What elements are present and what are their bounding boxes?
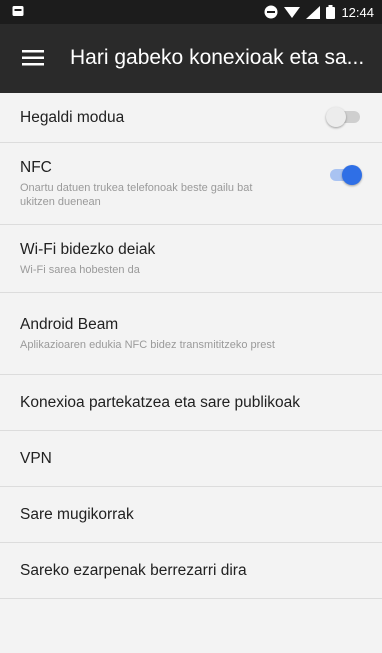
android-beam-item[interactable]: Android Beam Aplikazioaren edukia NFC bi… <box>0 293 382 375</box>
toggle-thumb <box>342 165 362 185</box>
wifi-icon <box>284 6 301 18</box>
airplane-mode-toggle[interactable] <box>326 107 362 127</box>
wifi-calling-item[interactable]: Wi-Fi bidezko deiak Wi-Fi sarea hobesten… <box>0 225 382 293</box>
nfc-toggle[interactable] <box>326 165 362 185</box>
nfc-item[interactable]: NFC Onartu datuen trukea telefonoak best… <box>0 143 382 225</box>
airplane-mode-label: Hegaldi modua <box>20 108 125 126</box>
airplane-mode-item[interactable]: Hegaldi modua <box>0 93 382 143</box>
vpn-item[interactable]: VPN <box>0 431 382 487</box>
android-beam-description: Aplikazioaren edukia NFC bidez transmiti… <box>20 339 275 351</box>
wifi-calling-label: Wi-Fi bidezko deiak <box>20 241 156 258</box>
network-reset-item[interactable]: Sareko ezarpenak berrezarri dira <box>0 543 382 599</box>
do-not-disturb-icon <box>264 5 278 19</box>
mobile-networks-item[interactable]: Sare mugikorrak <box>0 487 382 543</box>
page-title: Hari gabeko konexioak eta sa... <box>70 46 365 69</box>
status-bar: 12:44 <box>0 0 382 24</box>
wifi-calling-description: Wi-Fi sarea hobesten da <box>20 264 140 276</box>
vpn-label: VPN <box>20 449 52 467</box>
hamburger-menu-icon[interactable] <box>22 49 44 67</box>
network-reset-label: Sareko ezarpenak berrezarri dira <box>20 561 247 579</box>
toggle-thumb <box>326 107 346 127</box>
battery-icon <box>326 5 336 19</box>
app-bar: Hari gabeko konexioak eta sa... <box>0 24 382 93</box>
status-time: 12:44 <box>341 4 374 20</box>
signal-icon <box>306 5 321 19</box>
tethering-item[interactable]: Konexioa partekatzea eta sare publikoak <box>0 375 382 431</box>
mobile-networks-label: Sare mugikorrak <box>20 505 134 523</box>
nfc-description: Onartu datuen trukea telefonoak beste ga… <box>20 182 253 208</box>
notification-icon <box>12 6 24 16</box>
android-beam-label: Android Beam <box>20 316 119 333</box>
nfc-label: NFC <box>20 159 52 176</box>
settings-list: Hegaldi modua NFC Onartu datuen trukea t… <box>0 93 382 599</box>
tethering-label: Konexioa partekatzea eta sare publikoak <box>20 393 301 411</box>
